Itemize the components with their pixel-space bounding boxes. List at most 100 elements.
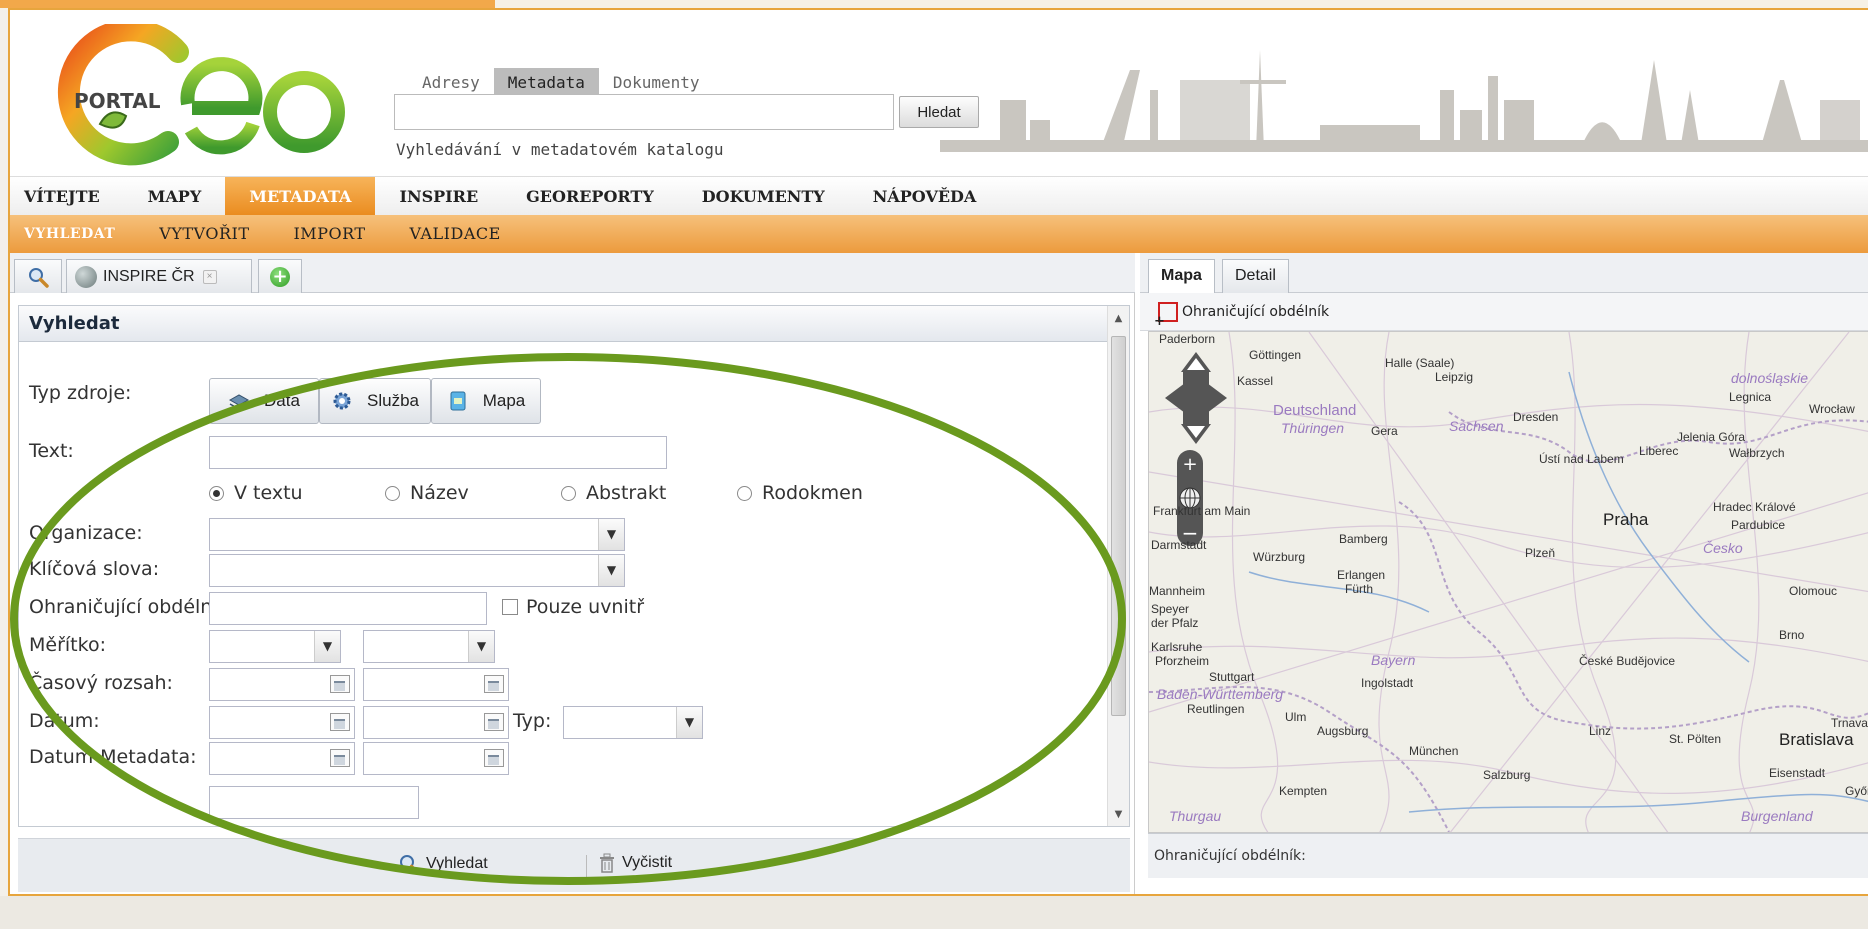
search-button[interactable]: Hledat bbox=[899, 96, 979, 128]
chevron-down-icon[interactable]: ▼ bbox=[598, 519, 624, 550]
organization-select[interactable]: ▼ bbox=[209, 518, 625, 551]
header: PORTAL Adresy Metadata Dokumenty Hledat … bbox=[10, 10, 1868, 176]
radio-in-text-label: V textu bbox=[234, 482, 303, 504]
nav-vitejte[interactable]: VÍTEJTE bbox=[10, 177, 124, 215]
map-label: Thüringen bbox=[1281, 420, 1345, 436]
close-icon[interactable]: × bbox=[202, 269, 217, 284]
clear-button[interactable]: Vyčistit bbox=[598, 853, 672, 873]
type-service-label: Služba bbox=[367, 391, 419, 410]
radio-dot bbox=[737, 485, 752, 501]
sub-navigation: VYHLEDAT VYTVOŘIT IMPORT VALIDACE bbox=[10, 215, 1868, 253]
subnav-import[interactable]: IMPORT bbox=[271, 215, 387, 253]
map-label: Legnica bbox=[1729, 390, 1772, 404]
map-pan-control[interactable] bbox=[1161, 348, 1231, 448]
date-metadata-to-input[interactable] bbox=[363, 742, 509, 775]
chevron-down-icon[interactable]: ▼ bbox=[468, 631, 494, 662]
calendar-icon[interactable] bbox=[484, 675, 504, 693]
form-scrollbar[interactable]: ▲ ▼ bbox=[1107, 306, 1129, 826]
map-label: Gera bbox=[1371, 424, 1398, 438]
map-label: Sachsen bbox=[1449, 418, 1504, 434]
tab-detail[interactable]: Detail bbox=[1222, 259, 1289, 293]
nav-napoveda[interactable]: NÁPOVĚDA bbox=[849, 177, 1001, 215]
scroll-down-arrow-icon[interactable]: ▼ bbox=[1111, 808, 1126, 822]
date-to-input[interactable] bbox=[363, 706, 509, 739]
tab-add[interactable]: + bbox=[258, 259, 302, 293]
map-label: Brno bbox=[1779, 628, 1805, 642]
radio-dot bbox=[385, 485, 400, 501]
layers-icon bbox=[229, 394, 250, 410]
search-submit-button[interactable]: Vyhledat bbox=[398, 853, 488, 875]
calendar-icon[interactable] bbox=[330, 713, 350, 731]
search-area: Adresy Metadata Dokumenty Hledat Vyhledá… bbox=[394, 58, 994, 176]
calendar-icon[interactable] bbox=[330, 675, 350, 693]
map-label: Bamberg bbox=[1339, 532, 1388, 546]
scroll-thumb[interactable] bbox=[1111, 336, 1126, 716]
nav-mapy[interactable]: MAPY bbox=[124, 177, 226, 215]
map-label: Ulm bbox=[1285, 710, 1307, 724]
date-type-select[interactable]: ▼ bbox=[563, 706, 703, 739]
chevron-down-icon[interactable]: ▼ bbox=[676, 707, 702, 738]
magnifier-icon bbox=[400, 855, 420, 875]
map-label: Dresden bbox=[1513, 410, 1559, 424]
tab-inspire-cr[interactable]: INSPIRE ČR × bbox=[66, 259, 252, 293]
subnav-vytvorit[interactable]: VYTVOŘIT bbox=[137, 215, 271, 253]
date-metadata-from-input[interactable] bbox=[209, 742, 355, 775]
type-map-button[interactable]: Mapa bbox=[431, 378, 541, 424]
search-hint: Vyhledávání v metadatovém katalogu bbox=[396, 140, 724, 159]
keywords-select[interactable]: ▼ bbox=[209, 554, 625, 587]
inside-only-checkbox[interactable]: Pouze uvnitř bbox=[502, 596, 644, 618]
portal-window: PORTAL Adresy Metadata Dokumenty Hledat … bbox=[8, 8, 1868, 896]
map-label: Česko bbox=[1703, 540, 1743, 556]
subnav-vyhledat[interactable]: VYHLEDAT bbox=[10, 215, 137, 253]
add-tab-icon: + bbox=[270, 266, 290, 287]
type-data-button[interactable]: Data bbox=[209, 378, 319, 424]
subnav-validace[interactable]: VALIDACE bbox=[388, 215, 523, 253]
time-range-from-input[interactable] bbox=[209, 668, 355, 701]
nav-dokumenty[interactable]: DOKUMENTY bbox=[678, 177, 849, 215]
calendar-icon[interactable] bbox=[484, 713, 504, 731]
map-label: Eisenstadt bbox=[1769, 766, 1826, 780]
tab-search[interactable] bbox=[14, 259, 62, 293]
radio-lineage[interactable]: Rodokmen bbox=[737, 482, 863, 504]
map-label: Ingolstadt bbox=[1361, 676, 1414, 690]
calendar-icon[interactable] bbox=[484, 749, 504, 767]
bbox-input[interactable] bbox=[209, 592, 487, 625]
map-status-bar: Ohraničující obdélník: bbox=[1148, 833, 1868, 878]
map-label: Darmstadt bbox=[1151, 538, 1207, 552]
label-scale: Měřítko: bbox=[29, 634, 106, 656]
partial-next-field[interactable] bbox=[209, 786, 419, 819]
radio-abstract[interactable]: Abstrakt bbox=[561, 482, 666, 504]
nav-georeporty[interactable]: GEOREPORTY bbox=[502, 177, 678, 215]
scale-from-select[interactable]: ▼ bbox=[209, 630, 341, 663]
clear-label: Vyčistit bbox=[622, 854, 673, 871]
scroll-up-arrow-icon[interactable]: ▲ bbox=[1111, 312, 1126, 326]
chevron-down-icon[interactable]: ▼ bbox=[598, 555, 624, 586]
map-label: Frankfurt am Main bbox=[1153, 504, 1251, 518]
text-input[interactable] bbox=[209, 436, 667, 469]
type-service-button[interactable]: Služba bbox=[319, 378, 431, 424]
geo-portal-logo[interactable]: PORTAL bbox=[38, 24, 378, 174]
scale-to-select[interactable]: ▼ bbox=[363, 630, 495, 663]
bounding-box-tool[interactable]: Ohraničující obdélník bbox=[1182, 304, 1329, 320]
map-zoom-control[interactable]: + − bbox=[1175, 448, 1205, 548]
radio-title[interactable]: Název bbox=[385, 482, 469, 504]
calendar-icon[interactable] bbox=[330, 749, 350, 767]
nav-inspire[interactable]: INSPIRE bbox=[375, 177, 502, 215]
tab-map[interactable]: Mapa bbox=[1148, 259, 1215, 293]
map-label: Wrocław bbox=[1809, 402, 1855, 416]
search-input[interactable] bbox=[394, 94, 894, 130]
map-view[interactable]: + − Paderborn Göttingen Halle (Saale) Le… bbox=[1148, 331, 1868, 833]
label-date-type: Typ: bbox=[513, 710, 552, 732]
type-map-label: Mapa bbox=[482, 391, 526, 410]
date-from-input[interactable] bbox=[209, 706, 355, 739]
search-panel: INSPIRE ČR × + Vyhledat ▲ ▼ Typ zdroje: bbox=[10, 253, 1135, 894]
nav-metadata[interactable]: METADATA bbox=[225, 177, 376, 215]
label-date-metadata: Datum-Metadata: bbox=[29, 746, 197, 768]
type-data-label: Data bbox=[264, 391, 300, 410]
time-range-to-input[interactable] bbox=[363, 668, 509, 701]
radio-in-text[interactable]: V textu bbox=[209, 482, 303, 504]
map-label: Jelenia Góra bbox=[1677, 430, 1746, 444]
chevron-down-icon[interactable]: ▼ bbox=[314, 631, 340, 662]
map-label: St. Pölten bbox=[1669, 732, 1722, 746]
bounding-box-icon[interactable] bbox=[1154, 301, 1178, 329]
